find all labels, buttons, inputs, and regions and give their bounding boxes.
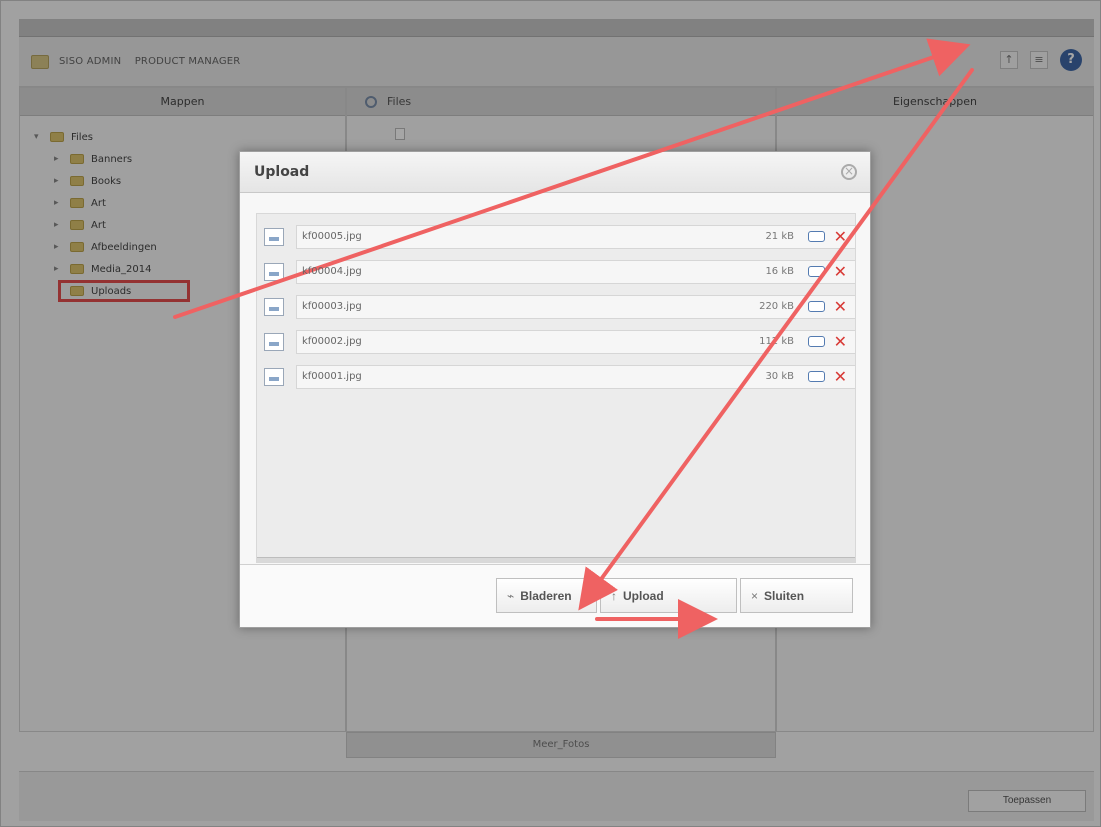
upload-file-row: kf00004.jpg 16 kB ✕ xyxy=(257,254,855,289)
dialog-title: Upload xyxy=(254,164,310,180)
close-button-label: Sluiten xyxy=(764,588,805,603)
upload-file-row: kf00002.jpg 112 kB ✕ xyxy=(257,324,855,359)
dialog-actions: ⌁ Bladeren ↑ Upload × Sluiten xyxy=(496,578,853,613)
close-icon[interactable]: × xyxy=(841,164,857,180)
file-size: 112 kB xyxy=(759,336,794,347)
upload-dialog-footer: ⌁ Bladeren ↑ Upload × Sluiten xyxy=(240,564,870,627)
upload-status-icon xyxy=(808,231,825,242)
upload-file-list-area: kf00005.jpg 21 kB ✕ kf00004.jpg 16 kB ✕ … xyxy=(256,213,856,563)
close-button[interactable]: × Sluiten xyxy=(740,578,853,613)
file-size: 21 kB xyxy=(765,231,794,242)
browse-button[interactable]: ⌁ Bladeren xyxy=(496,578,597,613)
browse-button-label: Bladeren xyxy=(520,588,572,603)
upload-status-icon xyxy=(808,266,825,277)
upload-button[interactable]: ↑ Upload xyxy=(600,578,737,613)
image-file-icon xyxy=(264,332,284,351)
image-file-icon xyxy=(264,367,284,386)
file-name: kf00001.jpg xyxy=(302,371,362,382)
upload-file-row: kf00003.jpg 220 kB ✕ xyxy=(257,289,855,324)
upload-icon: ↑ xyxy=(611,588,617,603)
upload-file-row: kf00005.jpg 21 kB ✕ xyxy=(257,219,855,254)
upload-button-label: Upload xyxy=(623,588,664,603)
file-size: 16 kB xyxy=(765,266,794,277)
remove-icon[interactable]: ✕ xyxy=(834,368,847,385)
upload-file-list: kf00005.jpg 21 kB ✕ kf00004.jpg 16 kB ✕ … xyxy=(257,214,855,394)
remove-icon[interactable]: ✕ xyxy=(834,333,847,350)
file-name: kf00003.jpg xyxy=(302,301,362,312)
file-size: 220 kB xyxy=(759,301,794,312)
paperclip-icon: ⌁ xyxy=(507,588,515,603)
file-name: kf00002.jpg xyxy=(302,336,362,347)
image-file-icon xyxy=(264,227,284,246)
remove-icon[interactable]: ✕ xyxy=(834,228,847,245)
upload-status-icon xyxy=(808,336,825,347)
upload-dialog: Upload × kf00005.jpg 21 kB ✕ kf00004.jpg… xyxy=(239,151,871,628)
image-file-icon xyxy=(264,262,284,281)
remove-icon[interactable]: ✕ xyxy=(834,263,847,280)
upload-status-icon xyxy=(808,371,825,382)
close-icon: × xyxy=(751,588,759,603)
upload-progress-line xyxy=(257,557,855,562)
upload-dialog-header: Upload × xyxy=(240,152,870,193)
file-size: 30 kB xyxy=(765,371,794,382)
upload-status-icon xyxy=(808,301,825,312)
file-name: kf00005.jpg xyxy=(302,231,362,242)
remove-icon[interactable]: ✕ xyxy=(834,298,847,315)
image-file-icon xyxy=(264,297,284,316)
file-name: kf00004.jpg xyxy=(302,266,362,277)
upload-file-row: kf00001.jpg 30 kB ✕ xyxy=(257,359,855,394)
